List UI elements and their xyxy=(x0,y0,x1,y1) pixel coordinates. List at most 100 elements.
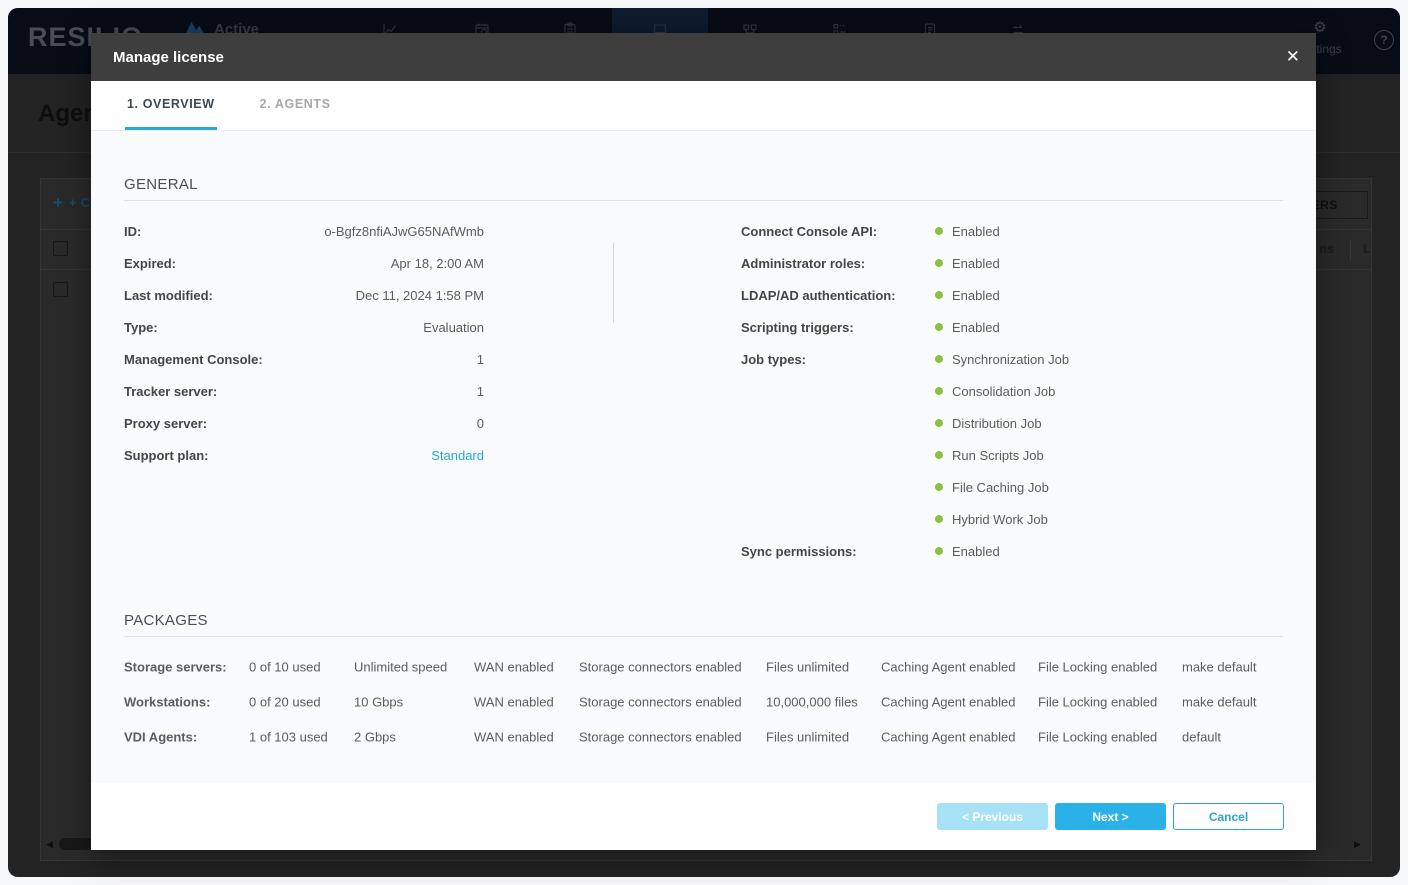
package-cell: WAN enabled xyxy=(474,729,554,744)
field-label: ID: xyxy=(124,224,141,239)
package-cell: WAN enabled xyxy=(474,659,554,674)
field-value: Enabled xyxy=(952,288,1000,303)
field-row: Expired: Apr 18, 2:00 AM xyxy=(124,247,484,279)
field-label: Tracker server: xyxy=(124,384,217,399)
enabled-dot-icon xyxy=(935,355,943,363)
make-default-link[interactable]: make default xyxy=(1182,694,1256,709)
make-default-link[interactable]: make default xyxy=(1182,659,1256,674)
next-button[interactable]: Next > xyxy=(1055,803,1166,830)
job-type-item: Hybrid Work Job xyxy=(741,503,1281,535)
field-label: Sync permissions: xyxy=(741,544,935,559)
field-label: Last modified: xyxy=(124,288,213,303)
enabled-dot-icon xyxy=(935,547,943,555)
field-row: Connect Console API: Enabled xyxy=(741,215,1281,247)
job-type-value: Synchronization Job xyxy=(952,352,1069,367)
field-row: Proxy server: 0 xyxy=(124,407,484,439)
packages-table: Storage servers: 0 of 10 used Unlimited … xyxy=(91,649,1316,754)
field-row: Tracker server: 1 xyxy=(124,375,484,407)
field-value: Enabled xyxy=(952,256,1000,271)
package-cell: 2 Gbps xyxy=(354,729,396,744)
column-divider xyxy=(613,243,614,323)
scroll-right-icon[interactable]: ▶ xyxy=(1354,839,1361,850)
tab-overview[interactable]: 1. OVERVIEW xyxy=(125,81,217,130)
help-icon[interactable]: ? xyxy=(1374,30,1394,50)
package-cell: Caching Agent enabled xyxy=(881,694,1015,709)
modal-header: Manage license ✕ xyxy=(91,33,1316,81)
package-cell: File Locking enabled xyxy=(1038,659,1157,674)
package-cell: Files unlimited xyxy=(766,729,849,744)
modal-title: Manage license xyxy=(113,49,224,66)
column-separator xyxy=(1350,240,1351,260)
package-cell: Caching Agent enabled xyxy=(881,729,1015,744)
field-label: LDAP/AD authentication: xyxy=(741,288,935,303)
packages-section-heading: PACKAGES xyxy=(124,612,208,629)
job-type-value: Run Scripts Job xyxy=(952,448,1044,463)
job-type-item: Job types: Synchronization Job xyxy=(741,343,1281,375)
field-label: Job types: xyxy=(741,352,935,367)
modal-close-button[interactable]: ✕ xyxy=(1286,33,1300,81)
packages-divider xyxy=(124,636,1283,637)
package-cell: 10,000,000 files xyxy=(766,694,858,709)
job-type-value: Distribution Job xyxy=(952,416,1042,431)
enabled-dot-icon xyxy=(935,387,943,395)
field-row: Type: Evaluation xyxy=(124,311,484,343)
enabled-dot-icon xyxy=(935,323,943,331)
manage-license-modal: Manage license ✕ 1. OVERVIEW 2. AGENTS G… xyxy=(91,33,1316,850)
cancel-button[interactable]: Cancel xyxy=(1173,803,1284,830)
package-cell: Storage connectors enabled xyxy=(579,694,742,709)
package-label: Workstations: xyxy=(124,694,210,709)
field-row: Scripting triggers: Enabled xyxy=(741,311,1281,343)
package-cell: File Locking enabled xyxy=(1038,694,1157,709)
package-label: VDI Agents: xyxy=(124,729,197,744)
enabled-dot-icon xyxy=(935,259,943,267)
field-row: ID: o-Bgfz8nfiAJwG65NAfWmb xyxy=(124,215,484,247)
package-label: Storage servers: xyxy=(124,659,227,674)
field-label: Connect Console API: xyxy=(741,224,935,239)
package-cell: Caching Agent enabled xyxy=(881,659,1015,674)
select-all-checkbox[interactable] xyxy=(53,241,68,256)
general-section-heading: GENERAL xyxy=(124,176,198,193)
scroll-left-icon[interactable]: ◀ xyxy=(46,839,53,850)
package-cell: Storage connectors enabled xyxy=(579,729,742,744)
field-value: 1 xyxy=(477,384,484,399)
row-checkbox[interactable] xyxy=(53,282,68,297)
package-cell: 10 Gbps xyxy=(354,694,403,709)
field-label: Support plan: xyxy=(124,448,209,463)
job-type-value: File Caching Job xyxy=(952,480,1049,495)
field-row: Sync permissions: Enabled xyxy=(741,535,1281,567)
enabled-dot-icon xyxy=(935,483,943,491)
job-type-value: Hybrid Work Job xyxy=(952,512,1048,527)
general-divider xyxy=(124,200,1283,201)
previous-button[interactable]: < Previous xyxy=(937,803,1048,830)
close-icon: ✕ xyxy=(1286,47,1300,67)
package-cell: WAN enabled xyxy=(474,694,554,709)
field-label: Administrator roles: xyxy=(741,256,935,271)
field-label: Scripting triggers: xyxy=(741,320,935,335)
field-value: o-Bgfz8nfiAJwG65NAfWmb xyxy=(324,224,484,239)
field-value: Enabled xyxy=(952,224,1000,239)
package-cell: 0 of 10 used xyxy=(249,659,321,674)
field-value: 1 xyxy=(477,352,484,367)
default-badge: default xyxy=(1182,729,1221,744)
plus-icon: + xyxy=(53,193,63,213)
tab-agents[interactable]: 2. AGENTS xyxy=(258,81,333,130)
general-right-column: Connect Console API: Enabled Administrat… xyxy=(741,215,1281,567)
field-value: 0 xyxy=(477,416,484,431)
package-cell: 0 of 20 used xyxy=(249,694,321,709)
field-value: Evaluation xyxy=(423,320,484,335)
column-header-fragment: L xyxy=(1363,241,1371,256)
field-label: Proxy server: xyxy=(124,416,207,431)
job-type-item: Distribution Job xyxy=(741,407,1281,439)
column-header-fragment: ns xyxy=(1319,241,1334,256)
modal-tab-bar: 1. OVERVIEW 2. AGENTS xyxy=(91,81,1316,131)
package-cell: Unlimited speed xyxy=(354,659,447,674)
field-label: Type: xyxy=(124,320,158,335)
enabled-dot-icon xyxy=(935,419,943,427)
job-type-item: File Caching Job xyxy=(741,471,1281,503)
package-cell: Files unlimited xyxy=(766,659,849,674)
support-plan-link[interactable]: Standard xyxy=(431,448,484,463)
field-row: Support plan: Standard xyxy=(124,439,484,471)
package-cell: 1 of 103 used xyxy=(249,729,328,744)
package-row: Storage servers: 0 of 10 used Unlimited … xyxy=(91,649,1316,684)
job-type-item: Consolidation Job xyxy=(741,375,1281,407)
